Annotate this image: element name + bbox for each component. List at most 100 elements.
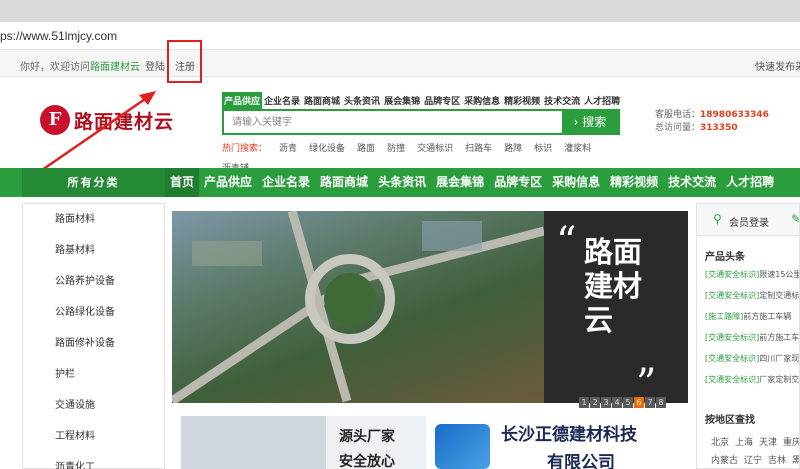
nav-item[interactable]: 头条资讯 <box>373 168 431 197</box>
address-bar[interactable]: ps://www.51lmjcy.com <box>0 22 800 50</box>
logo-mark: F <box>40 105 70 135</box>
main-nav: 所有分类 首页 产品供应 企业名录 路面商城 头条资讯 展会集锦 品牌专区 采购信息 精彩视频技… <box>0 168 800 197</box>
pencil-icon[interactable]: ✎ <box>791 212 799 226</box>
sidebar-category[interactable]: 公路养护设备 <box>23 266 164 297</box>
news-item[interactable]: [交通安全标识]前方施工车 <box>705 327 800 348</box>
region-link[interactable]: 吉林 <box>768 456 786 466</box>
sidebar-category[interactable]: 护栏 <box>23 359 164 390</box>
search-tab[interactable]: 人才招聘 <box>582 92 622 109</box>
search-tab[interactable]: 展会集锦 <box>382 92 422 109</box>
hot-keyword[interactable]: 标识 <box>534 144 552 154</box>
pager-dot[interactable]: 4 <box>612 397 622 408</box>
user-icon: ⚲ <box>713 212 722 226</box>
news-text: 定制交通标 <box>759 291 800 300</box>
url-text[interactable]: ps://www.51lmjcy.com <box>0 29 117 43</box>
nav-item[interactable]: 技术交流 <box>663 168 721 197</box>
hot-keyword[interactable]: 路障 <box>504 144 522 154</box>
search-button-label: 搜索 <box>582 115 607 129</box>
region-link[interactable]: 北京 <box>711 438 729 448</box>
news-item[interactable]: [施工路障]前方施工车辆 <box>705 306 799 327</box>
news-item[interactable]: [交通安全标识]定制交通标 <box>705 285 800 306</box>
right-panel: ⚲ 会员登录 ✎ 产品头条 [交通安全标识]限速15公里[交通安全标识]定制交通… <box>696 203 800 469</box>
visits-label: 总访问量： <box>655 123 701 133</box>
search-tab[interactable]: 品牌专区 <box>422 92 462 109</box>
highlight-box <box>167 40 202 83</box>
logo-name: 路面建材云 <box>74 111 175 133</box>
pager-dot[interactable]: 5 <box>623 397 633 408</box>
news-item[interactable]: [交通安全标识]厂家定制交 <box>705 369 799 390</box>
pager-dot[interactable]: 6 <box>634 397 644 408</box>
member-login[interactable]: ⚲ 会员登录 ✎ <box>697 204 799 236</box>
all-categories-button[interactable]: 所有分类 <box>22 168 165 197</box>
region-link[interactable]: 内蒙古 <box>711 456 738 466</box>
search-tab[interactable]: 头条资讯 <box>342 92 382 109</box>
region-link[interactable]: 辽宁 <box>744 456 762 466</box>
nav-item[interactable]: 展会集锦 <box>431 168 489 197</box>
hero-banner[interactable]: “ 路面建材云 ” <box>172 211 688 403</box>
pager-dot[interactable]: 7 <box>645 397 655 408</box>
phone-number: 18980633346 <box>700 110 769 120</box>
hot-keyword[interactable]: 灌浆料 <box>564 144 591 154</box>
ad2-line1: 长沙正德建材科技 <box>501 425 637 445</box>
news-text: 前方施工车 <box>759 333 800 342</box>
news-item[interactable]: [交通安全标识]四川厂家现 <box>705 348 800 369</box>
search-input[interactable] <box>224 111 564 133</box>
publish-link[interactable]: 快速发布采购 <box>755 58 800 73</box>
phone-label: 客服电话： <box>655 110 701 120</box>
region-link[interactable]: 天津 <box>759 438 777 448</box>
site-name-link[interactable]: 路面建材云 <box>90 62 140 73</box>
nav-item[interactable]: 企业名录 <box>257 168 315 197</box>
sidebar-category[interactable]: 路基材料 <box>23 235 164 266</box>
hot-keyword[interactable]: 路面 <box>357 144 375 154</box>
sidebar-category[interactable]: 路面修补设备 <box>23 328 164 359</box>
search-tab[interactable]: 技术交流 <box>542 92 582 109</box>
search-tab[interactable]: 采购信息 <box>462 92 502 109</box>
search-tab[interactable]: 路面商城 <box>302 92 342 109</box>
region-link[interactable]: 黑龙 <box>792 456 799 466</box>
region-list: 北京上海天津重庆内蒙古辽宁吉林黑龙 <box>711 434 799 468</box>
news-item[interactable]: [交通安全标识]限速15公里 <box>705 264 799 285</box>
nav-item[interactable]: 品牌专区 <box>489 168 547 197</box>
hot-keyword[interactable]: 沥青 <box>279 144 297 154</box>
region-link[interactable]: 重庆 <box>783 438 799 448</box>
category-sidebar: 路面材料 路基材料 公路养护设备 公路绿化设备 路面修补设备 护栏 交通设施 工程材料 沥青化工 <box>22 203 165 469</box>
login-link[interactable]: 登陆 <box>145 58 165 73</box>
sidebar-category[interactable]: 工程材料 <box>23 421 164 452</box>
news-tag: [交通安全标识] <box>705 375 760 384</box>
search-tab[interactable]: 精彩视频 <box>502 92 542 109</box>
browser-chrome <box>0 0 800 22</box>
search-tab[interactable]: 企业名录 <box>262 92 302 109</box>
hot-keyword[interactable]: 交通标识 <box>417 144 453 154</box>
hot-keyword[interactable]: 扫路车 <box>465 144 492 154</box>
nav-item[interactable]: 路面商城 <box>315 168 373 197</box>
nav-item[interactable]: 首页 <box>165 168 200 197</box>
sidebar-category[interactable]: 交通设施 <box>23 390 164 421</box>
search-button[interactable]: › 搜索 <box>562 111 618 133</box>
hot-keyword[interactable]: 防撞 <box>387 144 405 154</box>
nav-item[interactable]: 采购信息 <box>547 168 605 197</box>
news-text: 四川厂家现 <box>759 354 800 363</box>
pager-dot[interactable]: 1 <box>579 397 589 408</box>
pager-dot[interactable]: 8 <box>656 397 666 408</box>
ad-banner-1[interactable]: 源头厂家 安全放心 <box>181 416 426 469</box>
sidebar-category[interactable]: 沥青化工 <box>23 452 164 469</box>
quote-open: “ <box>556 219 577 265</box>
region-link[interactable]: 上海 <box>735 438 753 448</box>
nav-item[interactable]: 精彩视频 <box>605 168 663 197</box>
region-title: 按地区查找 <box>705 415 755 426</box>
search-tab[interactable]: 产品供应 <box>222 92 263 109</box>
pager-dot[interactable]: 3 <box>601 397 611 408</box>
sidebar-category[interactable]: 公路绿化设备 <box>23 297 164 328</box>
product-image <box>181 416 326 469</box>
site-logo[interactable]: F 路面建材云 <box>40 103 180 139</box>
nav-item[interactable]: 产品供应 <box>199 168 257 197</box>
ad-banner-2[interactable]: 长沙正德建材科技 有限公司 <box>435 416 690 469</box>
pager-dot[interactable]: 2 <box>590 397 600 408</box>
nav-item[interactable]: 人才招聘 <box>721 168 779 197</box>
news-tag: [交通安全标识] <box>705 354 760 363</box>
slogan-panel: “ 路面建材云 ” <box>544 211 688 403</box>
welcome-prefix: 你好，欢迎访问 <box>20 62 90 73</box>
sidebar-category[interactable]: 路面材料 <box>23 204 164 235</box>
contact-info: 客服电话：18980633346 总访问量：313350 <box>655 109 769 135</box>
hot-keyword[interactable]: 绿化设备 <box>309 144 345 154</box>
